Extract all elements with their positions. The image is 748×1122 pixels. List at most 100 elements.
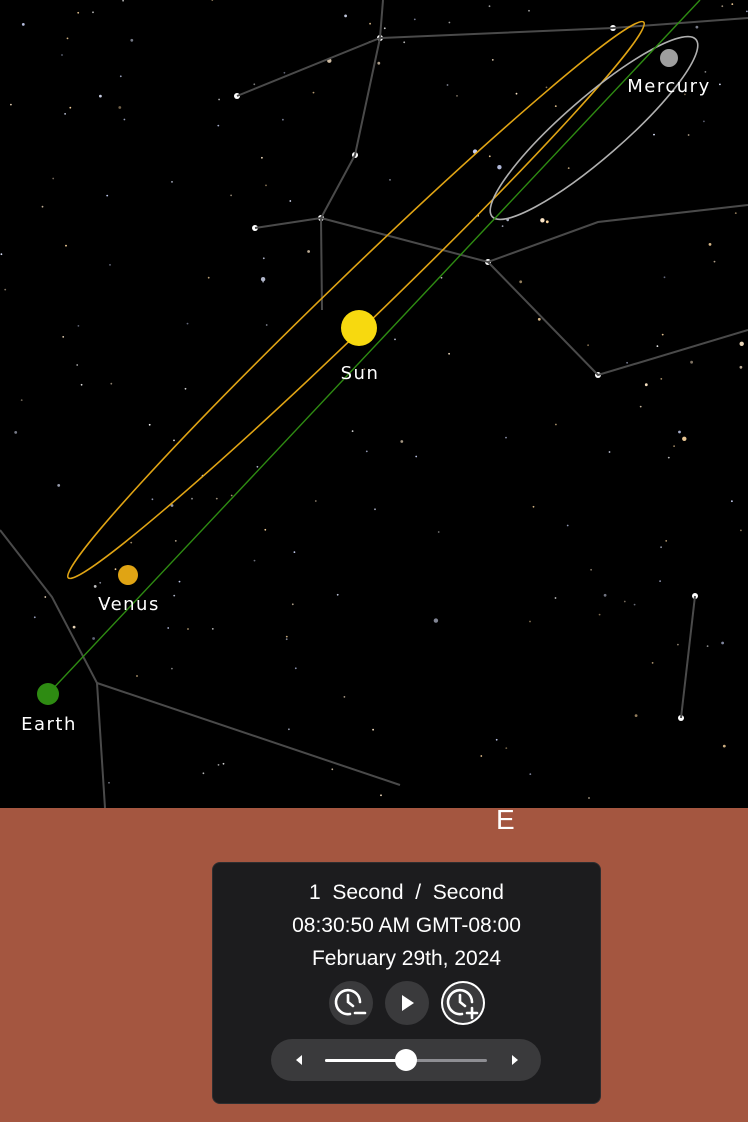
star xyxy=(77,11,80,14)
star xyxy=(260,277,266,282)
star xyxy=(491,59,494,61)
star xyxy=(14,431,18,434)
slow-down-button[interactable] xyxy=(328,981,373,1025)
star xyxy=(665,540,668,542)
star xyxy=(545,86,548,89)
star xyxy=(99,94,102,98)
star xyxy=(739,341,744,346)
earth-label[interactable]: Earth xyxy=(21,714,77,735)
speed-slider xyxy=(271,1039,541,1081)
star xyxy=(294,667,297,670)
star xyxy=(598,613,601,616)
star xyxy=(173,439,175,442)
star xyxy=(265,324,268,326)
chevron-right-icon[interactable] xyxy=(507,1051,523,1069)
speed-slider-fill xyxy=(325,1059,406,1062)
star xyxy=(173,594,176,597)
star xyxy=(211,0,214,1)
star xyxy=(663,276,666,279)
current-time: 08:30:50 AM GMT-08:00 xyxy=(292,914,521,937)
star xyxy=(497,165,502,170)
star xyxy=(222,762,225,765)
star xyxy=(215,497,218,500)
star xyxy=(344,14,347,18)
star xyxy=(174,540,177,542)
clock-minus-icon xyxy=(334,988,366,1016)
star xyxy=(400,440,404,443)
star xyxy=(380,794,382,797)
star xyxy=(264,528,267,531)
star xyxy=(440,276,443,279)
star xyxy=(61,54,63,56)
star xyxy=(343,696,346,698)
star xyxy=(202,772,205,775)
star xyxy=(456,95,458,97)
star xyxy=(106,194,109,197)
star xyxy=(57,484,61,487)
star xyxy=(719,83,721,86)
star xyxy=(590,568,592,571)
star xyxy=(171,181,173,183)
star xyxy=(677,643,679,646)
time-control-panel: 1 Second / Second 08:30:50 AM GMT-08:00 … xyxy=(212,862,601,1104)
star xyxy=(186,322,189,325)
chevron-left-icon[interactable] xyxy=(291,1051,307,1069)
star xyxy=(653,133,655,136)
star xyxy=(721,641,724,645)
star xyxy=(687,134,690,136)
star xyxy=(703,120,705,123)
star xyxy=(62,336,65,338)
star xyxy=(122,0,124,2)
star xyxy=(65,244,67,247)
star xyxy=(626,361,628,364)
star xyxy=(660,378,663,380)
star xyxy=(415,455,418,458)
star xyxy=(721,5,724,8)
star xyxy=(734,212,737,215)
star xyxy=(99,581,102,584)
venus-label[interactable]: Venus xyxy=(98,594,160,615)
star xyxy=(262,257,265,260)
star xyxy=(261,156,263,159)
star xyxy=(110,382,113,385)
speed-up-button[interactable] xyxy=(440,981,485,1025)
star xyxy=(66,37,69,40)
mercury-label[interactable]: Mercury xyxy=(627,76,710,97)
star xyxy=(731,500,733,503)
star xyxy=(123,118,126,121)
star xyxy=(283,71,286,74)
current-date: February 29th, 2024 xyxy=(311,947,502,970)
star xyxy=(114,568,117,571)
star xyxy=(331,768,334,771)
playback-controls xyxy=(213,981,600,1031)
sun-label[interactable]: Sun xyxy=(341,363,380,384)
star xyxy=(253,559,256,562)
star xyxy=(377,61,381,65)
star xyxy=(218,98,221,101)
star xyxy=(488,5,491,8)
star xyxy=(291,603,294,606)
earth-dot xyxy=(37,683,59,705)
star xyxy=(603,593,607,597)
star xyxy=(307,250,310,253)
speed-slider-thumb[interactable] xyxy=(395,1049,417,1071)
star xyxy=(740,529,742,532)
star xyxy=(667,456,670,459)
star xyxy=(93,585,97,588)
star xyxy=(515,92,518,95)
mercury-orbit xyxy=(489,35,699,221)
star xyxy=(488,155,491,158)
star xyxy=(623,600,626,603)
star xyxy=(554,597,557,599)
play-button[interactable] xyxy=(384,981,429,1025)
compass-direction: E xyxy=(496,804,515,835)
star xyxy=(372,728,374,731)
star xyxy=(588,797,590,799)
star xyxy=(505,436,507,439)
star xyxy=(608,451,611,453)
speed-slider-track[interactable] xyxy=(325,1049,487,1071)
constellation-lines xyxy=(0,0,748,809)
star xyxy=(540,218,545,223)
star xyxy=(448,352,450,355)
star xyxy=(130,38,134,42)
